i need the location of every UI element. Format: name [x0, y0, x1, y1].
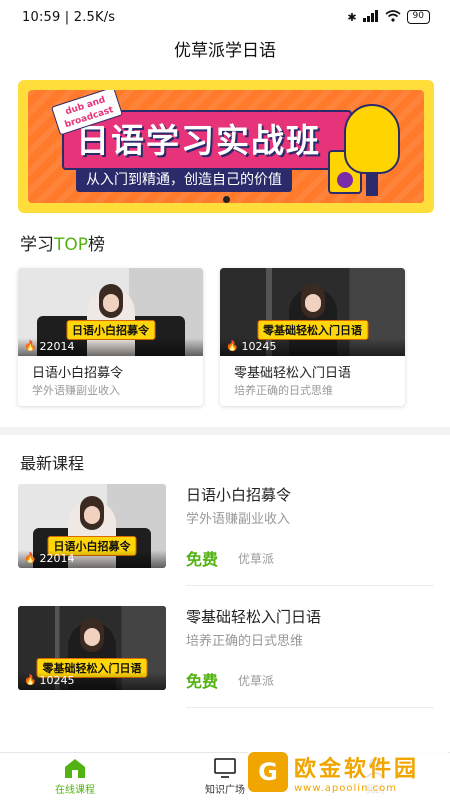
- banner-pagination: [18, 196, 434, 203]
- view-count: 🔥 10245: [220, 338, 405, 356]
- thumbnail-caption: 日语小白招募令: [66, 320, 155, 340]
- author-label: 优草派: [238, 674, 275, 688]
- nav-label: 在线课程: [55, 785, 95, 796]
- course-subtitle: 学外语赚副业收入: [186, 512, 291, 527]
- top-section-title: 学习TOP榜: [20, 230, 105, 255]
- view-count: 🔥 22014: [18, 550, 166, 568]
- price-label: 免费: [186, 672, 219, 691]
- course-thumbnail: 日语小白招募令 🔥 22014: [18, 484, 166, 568]
- flame-icon: 🔥: [226, 341, 239, 352]
- view-count-value: 22014: [39, 340, 75, 353]
- course-subtitle: 培养正确的日式思维: [186, 634, 304, 649]
- thumbnail-caption: 零基础轻松入门日语: [257, 320, 368, 340]
- latest-section-title: 最新课程: [20, 454, 85, 473]
- wifi-icon: [385, 9, 401, 25]
- promo-banner[interactable]: 日语学习实战班 从入门到精通，创造自己的价值 dub and broadcast: [18, 80, 434, 213]
- list-separator: [186, 585, 434, 586]
- top-course-card[interactable]: 日语小白招募令 🔥 22014 日语小白招募令 学外语赚副业收入: [18, 268, 203, 406]
- view-count-value: 10245: [39, 674, 75, 687]
- course-thumbnail: 零基础轻松入门日语 🔥 10245: [220, 268, 405, 356]
- microphone-stand: [366, 172, 378, 196]
- watermark-url: www.apoolin.com: [294, 782, 397, 794]
- watermark: G 欧金软件园 www.apoolin.com: [248, 748, 448, 796]
- course-title: 零基础轻松入门日语: [186, 608, 322, 626]
- top-title-highlight: TOP: [54, 235, 89, 255]
- list-separator: [186, 707, 434, 708]
- battery-indicator: 90: [406, 10, 430, 24]
- nav-item-online-courses[interactable]: 在线课程: [0, 753, 150, 800]
- watermark-logo: G: [248, 752, 288, 792]
- home-icon: [63, 757, 87, 779]
- view-count: 🔥 10245: [18, 672, 166, 690]
- monitor-icon: [213, 757, 237, 779]
- status-icons: ✱ 90: [347, 9, 430, 25]
- course-subtitle: 学外语赚副业收入: [32, 384, 120, 397]
- signal-icon: [362, 9, 379, 25]
- course-subtitle: 培养正确的日式思维: [234, 384, 333, 397]
- nav-label: 知识广场: [205, 785, 245, 796]
- bluetooth-icon: ✱: [347, 10, 357, 24]
- flame-icon: 🔥: [24, 553, 37, 564]
- page-title: 优草派学日语: [174, 41, 276, 61]
- list-item[interactable]: 日语小白招募令 🔥 22014 日语小白招募令 学外语赚副业收入 免费 优草派: [18, 484, 434, 586]
- section-divider: [0, 427, 450, 435]
- pagination-dot-active[interactable]: [222, 196, 230, 203]
- author-label: 优草派: [238, 552, 275, 566]
- top-title-prefix: 学习: [20, 235, 54, 255]
- status-bar: 10:59 | 2.5K/s ✱ 90: [0, 0, 450, 34]
- course-thumbnail: 日语小白招募令 🔥 22014: [18, 268, 203, 356]
- course-title: 日语小白招募令: [32, 366, 124, 381]
- banner-title: 日语学习实战班: [76, 121, 321, 160]
- view-count-value: 22014: [39, 552, 75, 565]
- microphone-icon: [344, 104, 400, 174]
- view-count: 🔥 22014: [18, 338, 203, 356]
- price-label: 免费: [186, 550, 219, 569]
- watermark-title: 欧金软件园: [294, 756, 420, 782]
- banner-background: 日语学习实战班 从入门到精通，创造自己的价值 dub and broadcast: [28, 90, 424, 203]
- banner-subtitle: 从入门到精通，创造自己的价值: [76, 168, 292, 192]
- status-time-speed: 10:59 | 2.5K/s: [22, 9, 116, 25]
- top-title-suffix: 榜: [88, 235, 106, 255]
- top-course-card[interactable]: 零基础轻松入门日语 🔥 10245 零基础轻松入门日语 培养正确的日式思维: [220, 268, 405, 406]
- course-title: 日语小白招募令: [186, 486, 292, 504]
- course-thumbnail: 零基础轻松入门日语 🔥 10245: [18, 606, 166, 690]
- flame-icon: 🔥: [24, 341, 37, 352]
- course-title: 零基础轻松入门日语: [234, 366, 352, 381]
- list-item[interactable]: 零基础轻松入门日语 🔥 10245 零基础轻松入门日语 培养正确的日式思维 免费 …: [18, 606, 434, 708]
- flame-icon: 🔥: [24, 675, 37, 686]
- view-count-value: 10245: [241, 340, 277, 353]
